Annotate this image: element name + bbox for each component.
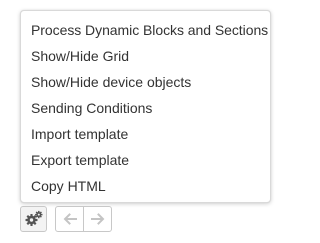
menu-item-show-hide-device-objects[interactable]: Show/Hide device objects [21,69,270,95]
menu-item-copy-html[interactable]: Copy HTML [21,173,270,199]
menu-item-import-template[interactable]: Import template [21,121,270,147]
settings-button[interactable] [20,206,47,232]
undo-button[interactable] [55,206,84,232]
settings-dropdown-menu: Process Dynamic Blocks and Sections Show… [20,10,271,203]
redo-button[interactable] [83,206,112,232]
arrow-right-icon [90,213,105,225]
menu-item-show-hide-grid[interactable]: Show/Hide Grid [21,43,270,69]
menu-item-process-dynamic-blocks[interactable]: Process Dynamic Blocks and Sections [21,17,270,43]
gears-icon [24,210,44,228]
menu-item-export-template[interactable]: Export template [21,147,270,173]
editor-overlay: Process Dynamic Blocks and Sections Show… [0,0,276,243]
menu-item-sending-conditions[interactable]: Sending Conditions [21,95,270,121]
arrow-left-icon [63,213,77,225]
